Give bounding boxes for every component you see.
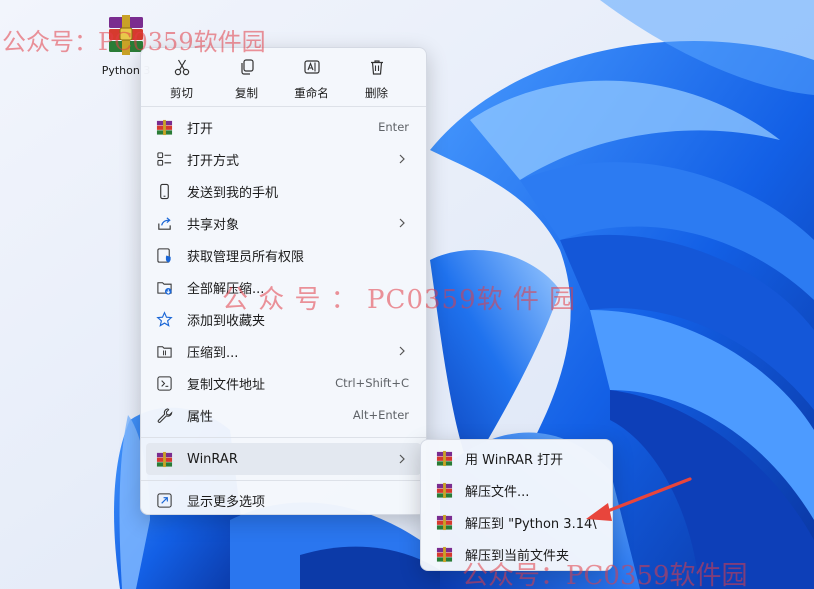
submenu-item-label: 解压文件...	[465, 484, 530, 500]
menu-item-take-ownership[interactable]: 获取管理员所有权限	[146, 239, 421, 271]
cut-icon	[173, 58, 191, 80]
menu-item-add-favorite[interactable]: 添加到收藏夹	[146, 303, 421, 335]
winrar-submenu: 用 WinRAR 打开 解压文件... 解压到 "Python 3.14\ 解压…	[420, 439, 613, 571]
rename-button[interactable]: 重命名	[279, 54, 344, 104]
shield-icon	[155, 246, 173, 264]
menu-item-label: 打开方式	[187, 153, 240, 169]
menu-item-label: 显示更多选项	[187, 494, 266, 510]
menu-item-label: 发送到我的手机	[187, 185, 279, 201]
submenu-item-extract-to-folder[interactable]: 解压到 "Python 3.14\	[425, 506, 608, 538]
delete-icon	[368, 58, 386, 80]
menu-item-label: WinRAR	[187, 451, 238, 467]
menu-item-label: 复制文件地址	[187, 377, 266, 393]
desktop: Python 3 剪切 复制 重命名 删除 打开 Enter 打开方式 发送到我…	[0, 0, 814, 589]
rename-icon	[303, 58, 321, 80]
winrar-icon	[155, 450, 173, 468]
menu-item-label: 打开	[187, 121, 214, 137]
submenu-item-extract-here[interactable]: 解压到当前文件夹	[425, 538, 608, 570]
extract-all-icon	[155, 278, 173, 296]
cut-label: 剪切	[170, 85, 193, 100]
delete-button[interactable]: 删除	[344, 54, 409, 104]
menu-item-extract-all[interactable]: 全部解压缩...	[146, 271, 421, 303]
shortcut-hint: Ctrl+Shift+C	[335, 376, 409, 390]
copy-icon	[238, 58, 256, 80]
chevron-right-icon	[399, 154, 405, 164]
cut-button[interactable]: 剪切	[149, 54, 214, 104]
winrar-icon	[435, 545, 453, 563]
rename-label: 重命名	[294, 85, 329, 100]
winrar-icon	[435, 449, 453, 467]
quick-action-bar: 剪切 复制 重命名 删除	[141, 48, 426, 106]
submenu-item-label: 解压到当前文件夹	[465, 548, 570, 564]
chevron-right-icon	[399, 346, 405, 356]
menu-item-send-to-phone[interactable]: 发送到我的手机	[146, 175, 421, 207]
copy-path-icon	[155, 374, 173, 392]
menu-item-compress-to[interactable]: 压缩到...	[146, 335, 421, 367]
star-icon	[155, 310, 173, 328]
winrar-icon	[435, 513, 453, 531]
menu-item-winrar[interactable]: WinRAR	[146, 443, 421, 475]
menu-item-open-with[interactable]: 打开方式	[146, 143, 421, 175]
shortcut-hint: Alt+Enter	[352, 408, 409, 422]
open-with-icon	[155, 150, 173, 168]
submenu-item-label: 用 WinRAR 打开	[465, 452, 564, 468]
submenu-item-extract-files[interactable]: 解压文件...	[425, 474, 608, 506]
winrar-icon	[435, 481, 453, 499]
menu-item-open[interactable]: 打开 Enter	[146, 111, 421, 143]
phone-icon	[155, 182, 173, 200]
menu-item-properties[interactable]: 属性 Alt+Enter	[146, 399, 421, 431]
share-icon	[155, 214, 173, 232]
menu-item-label: 添加到收藏夹	[187, 313, 266, 329]
menu-item-show-more[interactable]: 显示更多选项	[146, 484, 421, 516]
menu-item-label: 压缩到...	[187, 345, 239, 361]
compress-icon	[155, 342, 173, 360]
submenu-item-label: 解压到 "Python 3.14\	[465, 516, 597, 532]
delete-label: 删除	[365, 85, 388, 100]
menu-item-label: 全部解压缩...	[187, 281, 265, 297]
winrar-icon	[155, 118, 173, 136]
shortcut-hint: Enter	[378, 120, 409, 134]
menu-item-label: 属性	[187, 409, 214, 425]
copy-button[interactable]: 复制	[214, 54, 279, 104]
wrench-icon	[155, 406, 173, 424]
show-more-icon	[155, 491, 173, 509]
menu-item-label: 获取管理员所有权限	[187, 249, 305, 265]
menu-item-share[interactable]: 共享对象	[146, 207, 421, 239]
menu-item-label: 共享对象	[187, 217, 240, 233]
context-menu: 剪切 复制 重命名 删除 打开 Enter 打开方式 发送到我的手机 共享对象 …	[140, 47, 427, 515]
copy-label: 复制	[235, 85, 258, 100]
menu-item-copy-path[interactable]: 复制文件地址 Ctrl+Shift+C	[146, 367, 421, 399]
chevron-right-icon	[399, 218, 405, 228]
chevron-right-icon	[399, 454, 405, 464]
submenu-item-open-with-winrar[interactable]: 用 WinRAR 打开	[425, 442, 608, 474]
